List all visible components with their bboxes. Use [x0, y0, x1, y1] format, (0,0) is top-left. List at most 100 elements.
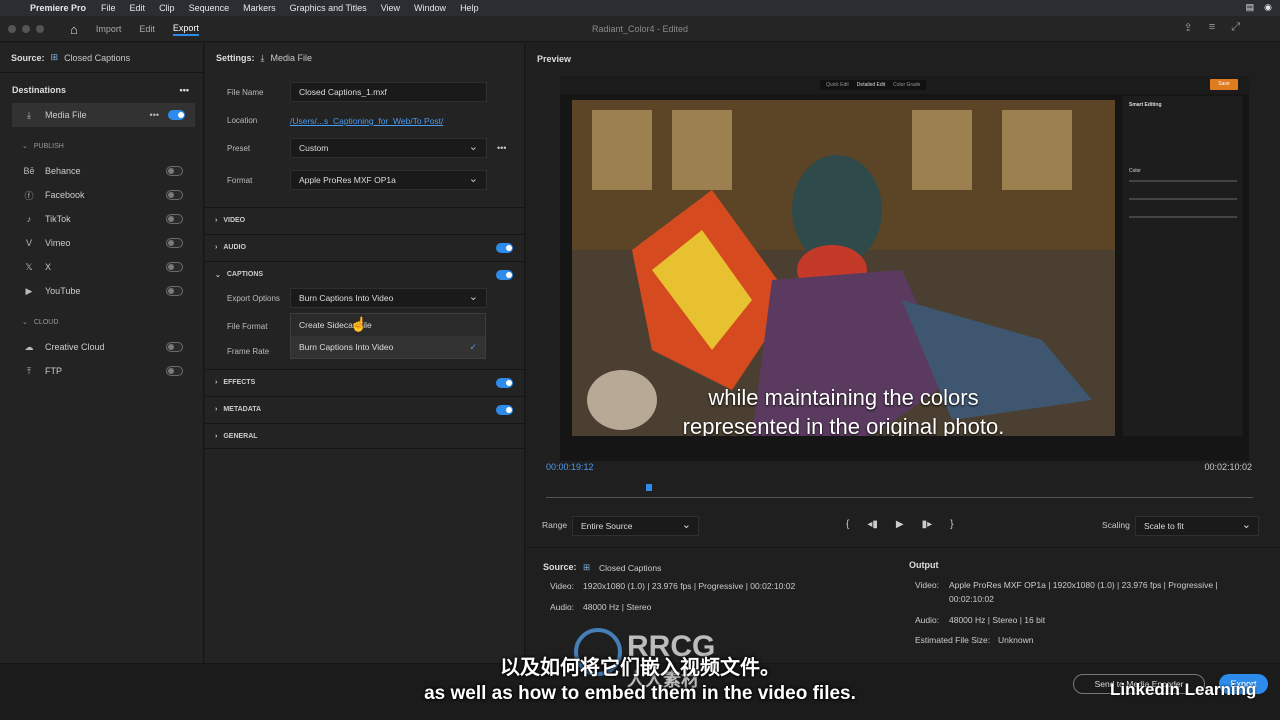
- audio-toggle[interactable]: [496, 243, 513, 253]
- destination-facebook[interactable]: ⓕ Facebook: [0, 183, 203, 207]
- checkmark-icon: ✓: [469, 341, 477, 352]
- sequence-icon: ⊞: [50, 52, 59, 62]
- format-value: Apple ProRes MXF OP1a: [299, 175, 396, 185]
- scaling-value: Scale to fit: [1144, 521, 1184, 531]
- destination-label: Facebook: [45, 190, 85, 200]
- ftp-toggle[interactable]: [166, 366, 183, 376]
- behance-toggle[interactable]: [166, 166, 183, 176]
- user-icon[interactable]: ◉: [1264, 2, 1272, 13]
- x-icon: 𝕏: [25, 261, 33, 272]
- section-captions[interactable]: ⌄ CAPTIONS: [205, 261, 525, 287]
- menu-edit[interactable]: Edit: [123, 3, 153, 13]
- source-audio-label: Audio:: [550, 602, 575, 612]
- fullscreen-icon[interactable]: ⤢: [1231, 21, 1240, 34]
- preset-dropdown[interactable]: Custom: [290, 138, 487, 158]
- scaling-dropdown[interactable]: Scale to fit: [1135, 516, 1259, 536]
- destination-vimeo[interactable]: V Vimeo: [0, 231, 203, 255]
- effects-toggle[interactable]: [496, 378, 513, 388]
- section-effects[interactable]: › EFFECTS: [205, 369, 525, 395]
- publish-label: PUBLISH: [33, 142, 64, 150]
- step-back-icon[interactable]: ◂▮: [867, 519, 878, 530]
- section-metadata[interactable]: › METADATA: [205, 396, 525, 422]
- preset-value: Custom: [299, 143, 329, 153]
- menu-view[interactable]: View: [374, 3, 407, 13]
- facebook-toggle[interactable]: [166, 190, 183, 200]
- mark-out-icon[interactable]: }: [950, 519, 953, 530]
- cloud-label: CLOUD: [33, 318, 59, 326]
- menu-option-burn-in[interactable]: Burn Captions Into Video ✓: [291, 336, 485, 358]
- metadata-toggle[interactable]: [496, 405, 513, 415]
- facebook-icon: ⓕ: [24, 190, 34, 201]
- source-value: Closed Captions: [64, 52, 131, 63]
- embedded-tabs: Quick Edit Detailed Edit Color Grade: [820, 80, 927, 90]
- cloud-group[interactable]: ⌄ CLOUD: [0, 309, 203, 335]
- destination-x[interactable]: 𝕏X: [0, 255, 203, 279]
- youtube-toggle[interactable]: [166, 286, 183, 296]
- app-menu[interactable]: Premiere Pro: [24, 3, 94, 13]
- menu-option-sidecar[interactable]: Create Sidecar File: [291, 314, 485, 336]
- preview-title: Preview: [537, 54, 572, 64]
- output-audio-value: 48000 Hz | Stereo | 16 bit: [949, 615, 1046, 625]
- destinations-header: Destinations •••: [0, 73, 203, 95]
- range-dropdown[interactable]: Entire Source: [572, 516, 699, 536]
- destination-ftp[interactable]: ⤒ FTP: [0, 359, 203, 383]
- preview-panel: Preview Quick Edit Detailed Edit Color G…: [526, 43, 1280, 663]
- burned-caption-line2: represented in the original photo.: [682, 414, 1005, 436]
- export-options-dropdown[interactable]: Burn Captions Into Video: [290, 288, 487, 308]
- section-label: METADATA: [223, 406, 262, 413]
- embedded-save-button: Save: [1210, 79, 1238, 90]
- chevron-right-icon: ›: [215, 432, 218, 440]
- menu-window[interactable]: Window: [407, 3, 453, 13]
- destination-creative-cloud[interactable]: ☁ Creative Cloud: [0, 335, 203, 359]
- menu-graphics[interactable]: Graphics and Titles: [283, 3, 374, 13]
- control-center-icon[interactable]: ▤: [1246, 2, 1255, 13]
- destination-label: X: [45, 262, 52, 272]
- mac-menubar: Premiere Pro File Edit Clip Sequence Mar…: [0, 0, 1280, 16]
- mark-in-icon[interactable]: {: [846, 519, 849, 530]
- scaling-label: Scaling: [1102, 520, 1130, 530]
- format-dropdown[interactable]: Apple ProRes MXF OP1a: [290, 170, 487, 190]
- preset-more-icon[interactable]: •••: [497, 143, 506, 153]
- section-general[interactable]: › GENERAL: [205, 423, 525, 449]
- x-toggle[interactable]: [166, 262, 183, 272]
- destination-tiktok[interactable]: ♪ TikTok: [0, 207, 203, 231]
- play-icon[interactable]: ▶: [896, 519, 904, 530]
- download-icon: ⤓: [260, 52, 265, 63]
- youtube-icon: ▶: [25, 285, 33, 296]
- burned-caption-line1: while maintaining the colors: [708, 385, 979, 410]
- destination-label: Creative Cloud: [45, 342, 105, 352]
- more-icon[interactable]: •••: [150, 110, 159, 120]
- menu-clip[interactable]: Clip: [152, 3, 182, 13]
- preview-controls: Range Entire Source { ◂▮ ▶ ▮▸ } Scaling …: [526, 516, 1280, 536]
- menu-markers[interactable]: Markers: [236, 3, 283, 13]
- section-video[interactable]: › VIDEO: [205, 207, 525, 233]
- menu-file[interactable]: File: [94, 3, 123, 13]
- destination-youtube[interactable]: ▶ YouTube: [0, 279, 203, 303]
- menu-sequence[interactable]: Sequence: [182, 3, 237, 13]
- output-video-duration: 00:02:10:02: [949, 594, 994, 604]
- destination-behance[interactable]: Bē Behance: [0, 159, 203, 183]
- media-file-toggle[interactable]: [168, 110, 185, 120]
- captions-toggle[interactable]: [496, 270, 513, 280]
- vimeo-toggle[interactable]: [166, 238, 183, 248]
- playhead[interactable]: [646, 484, 652, 491]
- app-titlebar: ⌂ Import Edit Export Radiant_Color4 - Ed…: [0, 16, 1280, 42]
- timeline-scrubber[interactable]: [546, 497, 1253, 498]
- publish-group[interactable]: ⌄ PUBLISH: [0, 133, 203, 159]
- more-icon[interactable]: •••: [180, 85, 189, 95]
- section-audio[interactable]: › AUDIO: [205, 234, 525, 260]
- step-forward-icon[interactable]: ▮▸: [922, 519, 933, 530]
- quick-export-icon[interactable]: ⇪: [1184, 21, 1193, 34]
- tiktok-toggle[interactable]: [166, 214, 183, 224]
- frame-rate-label: Frame Rate: [227, 347, 270, 356]
- file-format-label: File Format: [227, 322, 268, 331]
- destination-media-file[interactable]: ⤓ Media File •••: [12, 103, 195, 127]
- export-options-label: Export Options: [227, 294, 280, 303]
- embedded-sidebar: Smart Editing Color: [1123, 96, 1243, 436]
- current-timecode[interactable]: 00:00:19:12: [546, 462, 594, 472]
- file-name-input[interactable]: Closed Captions_1.mxf: [290, 82, 487, 102]
- creative-cloud-toggle[interactable]: [166, 342, 183, 352]
- location-link[interactable]: /Users/...s_Captioning_for_Web/To Post/: [290, 116, 443, 126]
- workspaces-icon[interactable]: ≡: [1209, 21, 1215, 34]
- menu-help[interactable]: Help: [453, 3, 486, 13]
